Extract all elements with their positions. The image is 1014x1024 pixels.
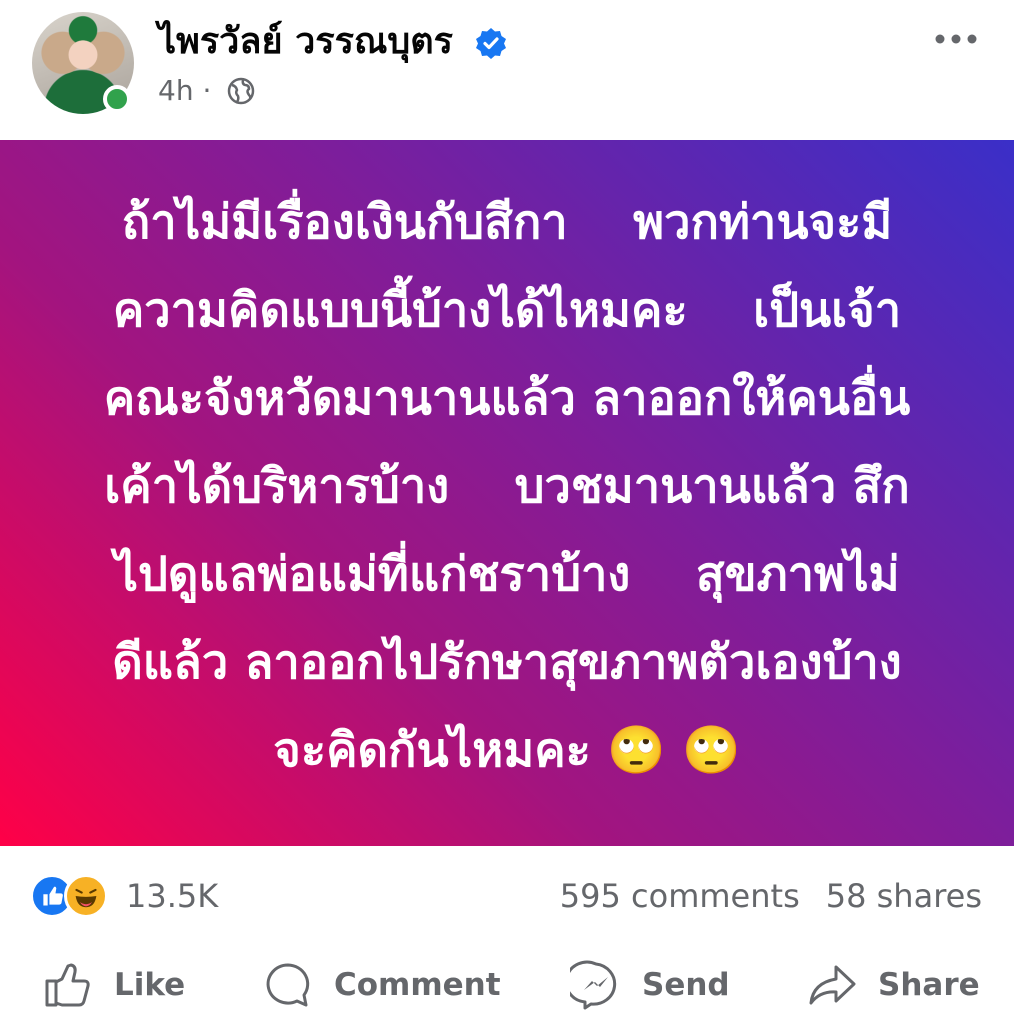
shares-count[interactable]: 58 shares (826, 877, 982, 915)
author-name[interactable]: ไพรวัลย์ วรรณบุตร (158, 21, 453, 62)
meta-separator: · (202, 74, 212, 107)
comment-label: Comment (334, 967, 501, 1003)
post-text-line: ดีแล้ว ลาออกไปรักษาสุขภาพตัวเองบ้าง (112, 635, 902, 690)
globe-icon (228, 77, 255, 105)
like-label: Like (114, 967, 186, 1003)
reaction-count[interactable]: 13.5K (126, 874, 218, 918)
comment-button[interactable]: Comment (262, 946, 501, 1024)
post-header: ไพรวัลย์ วรรณบุตร 4h · (0, 0, 1014, 140)
share-label: Share (878, 967, 980, 1003)
post-text-line: เค้าได้บริหารบ้าง บวชมานานแล้ว สึก (104, 459, 910, 514)
post-text-line: คณะจังหวัดมานานแล้ว ลาออกให้คนอื่น (103, 371, 911, 426)
comments-shares: 595 comments 58 shares (560, 874, 982, 918)
online-status-indicator (103, 85, 131, 113)
comments-count[interactable]: 595 comments (560, 877, 800, 915)
action-bar: Like Comment Send Share (0, 946, 1014, 1024)
post-background[interactable]: ถ้าไม่มีเรื่องเงินกับสีกา พวกท่านจะมี คว… (0, 140, 1014, 846)
like-button[interactable]: Like (42, 946, 185, 1024)
send-button[interactable]: Send (570, 946, 730, 1024)
share-button[interactable]: Share (806, 946, 980, 1024)
verified-badge-icon (476, 28, 507, 59)
thumbs-up-icon (45, 963, 90, 1007)
send-label: Send (642, 967, 730, 1003)
more-options-icon[interactable] (930, 22, 982, 56)
comment-bubble-icon (266, 963, 310, 1007)
post-text-line: ความคิดแบบนี้บ้างได้ไหมคะ เป็นเจ้า (112, 283, 902, 338)
post-timestamp[interactable]: 4h (158, 74, 194, 107)
post-text-line: ถ้าไม่มีเรื่องเงินกับสีกา พวกท่านจะมี (121, 195, 893, 250)
post-text-line: จะคิดกันไหมคะ 🙄 🙄 (273, 723, 741, 778)
post-text: ถ้าไม่มีเรื่องเงินกับสีกา พวกท่านจะมี คว… (67, 179, 947, 795)
share-arrow-icon (809, 965, 856, 1005)
messenger-icon (570, 960, 617, 1010)
author-name-row: ไพรวัลย์ วรรณบุตร (158, 18, 507, 66)
haha-reaction-icon (64, 874, 108, 918)
post-meta: 4h · (158, 72, 256, 109)
post-text-line: ไปดูแลพ่อแม่ที่แก่ชราบ้าง สุขภาพไม่ (114, 547, 900, 602)
